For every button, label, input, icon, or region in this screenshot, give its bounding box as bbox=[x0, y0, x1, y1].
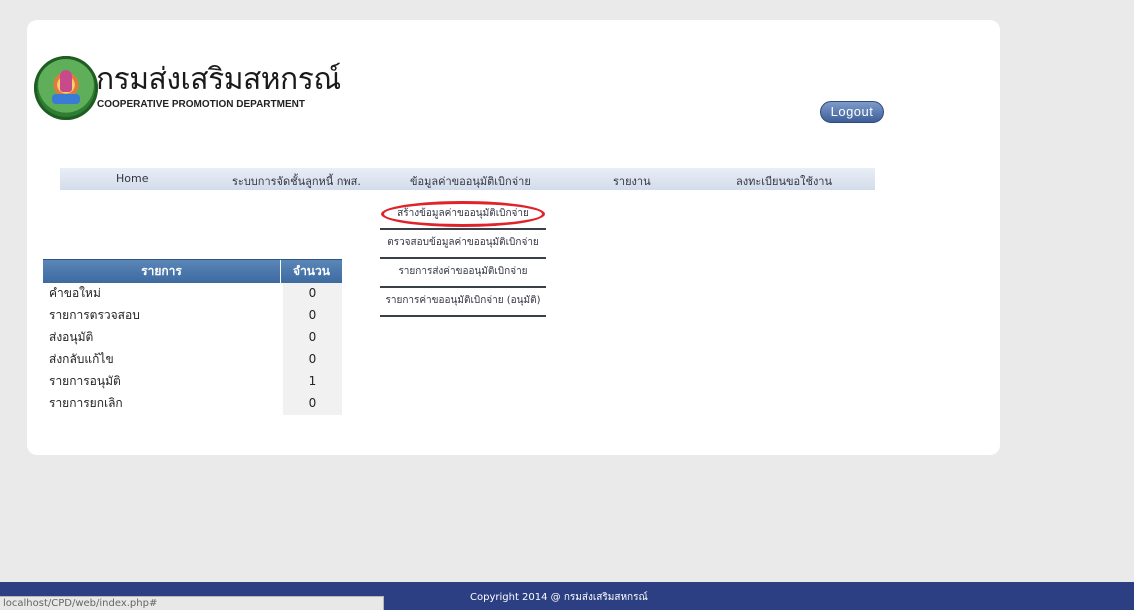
table-row: คำขอใหม่ 0 bbox=[43, 283, 342, 305]
logo-figure-icon bbox=[60, 70, 72, 92]
summary-table: รายการ จำนวน คำขอใหม่ 0 รายการตรวจสอบ 0 … bbox=[43, 259, 342, 415]
dropdown-item-approved-list[interactable]: รายการค่าขออนุมัติเบิกจ่าย (อนุมัติ) bbox=[380, 288, 546, 317]
row-item: รายการอนุมัติ bbox=[43, 371, 283, 393]
table-row: รายการอนุมัติ 1 bbox=[43, 371, 342, 393]
header-count: จำนวน bbox=[280, 260, 342, 283]
nav-item-debtor-classification[interactable]: ระบบการจัดชั้นลูกหนี้ กพส. bbox=[232, 172, 361, 190]
table-row: ส่งอนุมัติ 0 bbox=[43, 327, 342, 349]
brand-title-thai: กรมส่งเสริมสหกรณ์ bbox=[96, 62, 341, 97]
row-item: รายการตรวจสอบ bbox=[43, 305, 283, 327]
row-item: ส่งกลับแก้ไข bbox=[43, 349, 283, 371]
department-logo bbox=[34, 56, 98, 120]
row-count: 0 bbox=[283, 393, 342, 415]
summary-table-header: รายการ จำนวน bbox=[43, 259, 342, 283]
row-count: 0 bbox=[283, 283, 342, 305]
nav-item-home[interactable]: Home bbox=[116, 172, 148, 185]
logo-seal-icon bbox=[52, 94, 80, 104]
logout-button[interactable]: Logout bbox=[820, 101, 884, 123]
table-row: รายการยกเลิก 0 bbox=[43, 393, 342, 415]
row-count: 0 bbox=[283, 327, 342, 349]
table-row: ส่งกลับแก้ไข 0 bbox=[43, 349, 342, 371]
brand-title-english: COOPERATIVE PROMOTION DEPARTMENT bbox=[97, 99, 305, 110]
row-count: 0 bbox=[283, 305, 342, 327]
main-nav: Home ระบบการจัดชั้นลูกหนี้ กพส. ข้อมูลค่… bbox=[60, 168, 875, 190]
row-count: 0 bbox=[283, 349, 342, 371]
dropdown-item-submitted-list[interactable]: รายการส่งค่าขออนุมัติเบิกจ่าย bbox=[380, 259, 546, 288]
nav-item-disbursement-data[interactable]: ข้อมูลค่าขออนุมัติเบิกจ่าย bbox=[410, 172, 531, 190]
row-count: 1 bbox=[283, 371, 342, 393]
row-item: รายการยกเลิก bbox=[43, 393, 283, 415]
row-item: คำขอใหม่ bbox=[43, 283, 283, 305]
row-item: ส่งอนุมัติ bbox=[43, 327, 283, 349]
footer-copyright: Copyright 2014 @ กรมส่งเสริมสหกรณ์ bbox=[470, 592, 648, 603]
header-item: รายการ bbox=[141, 264, 182, 278]
dropdown-item-create[interactable]: สร้างข้อมูลค่าขออนุมัติเบิกจ่าย bbox=[380, 201, 546, 230]
nav-item-reports[interactable]: รายงาน bbox=[613, 172, 651, 190]
nav-item-register[interactable]: ลงทะเบียนขอใช้งาน bbox=[736, 172, 832, 190]
browser-status-bar: localhost/CPD/web/index.php# bbox=[0, 596, 384, 610]
dropdown-item-verify[interactable]: ตรวจสอบข้อมูลค่าขออนุมัติเบิกจ่าย bbox=[380, 230, 546, 259]
disbursement-dropdown-menu: สร้างข้อมูลค่าขออนุมัติเบิกจ่าย ตรวจสอบข… bbox=[380, 201, 546, 317]
table-row: รายการตรวจสอบ 0 bbox=[43, 305, 342, 327]
